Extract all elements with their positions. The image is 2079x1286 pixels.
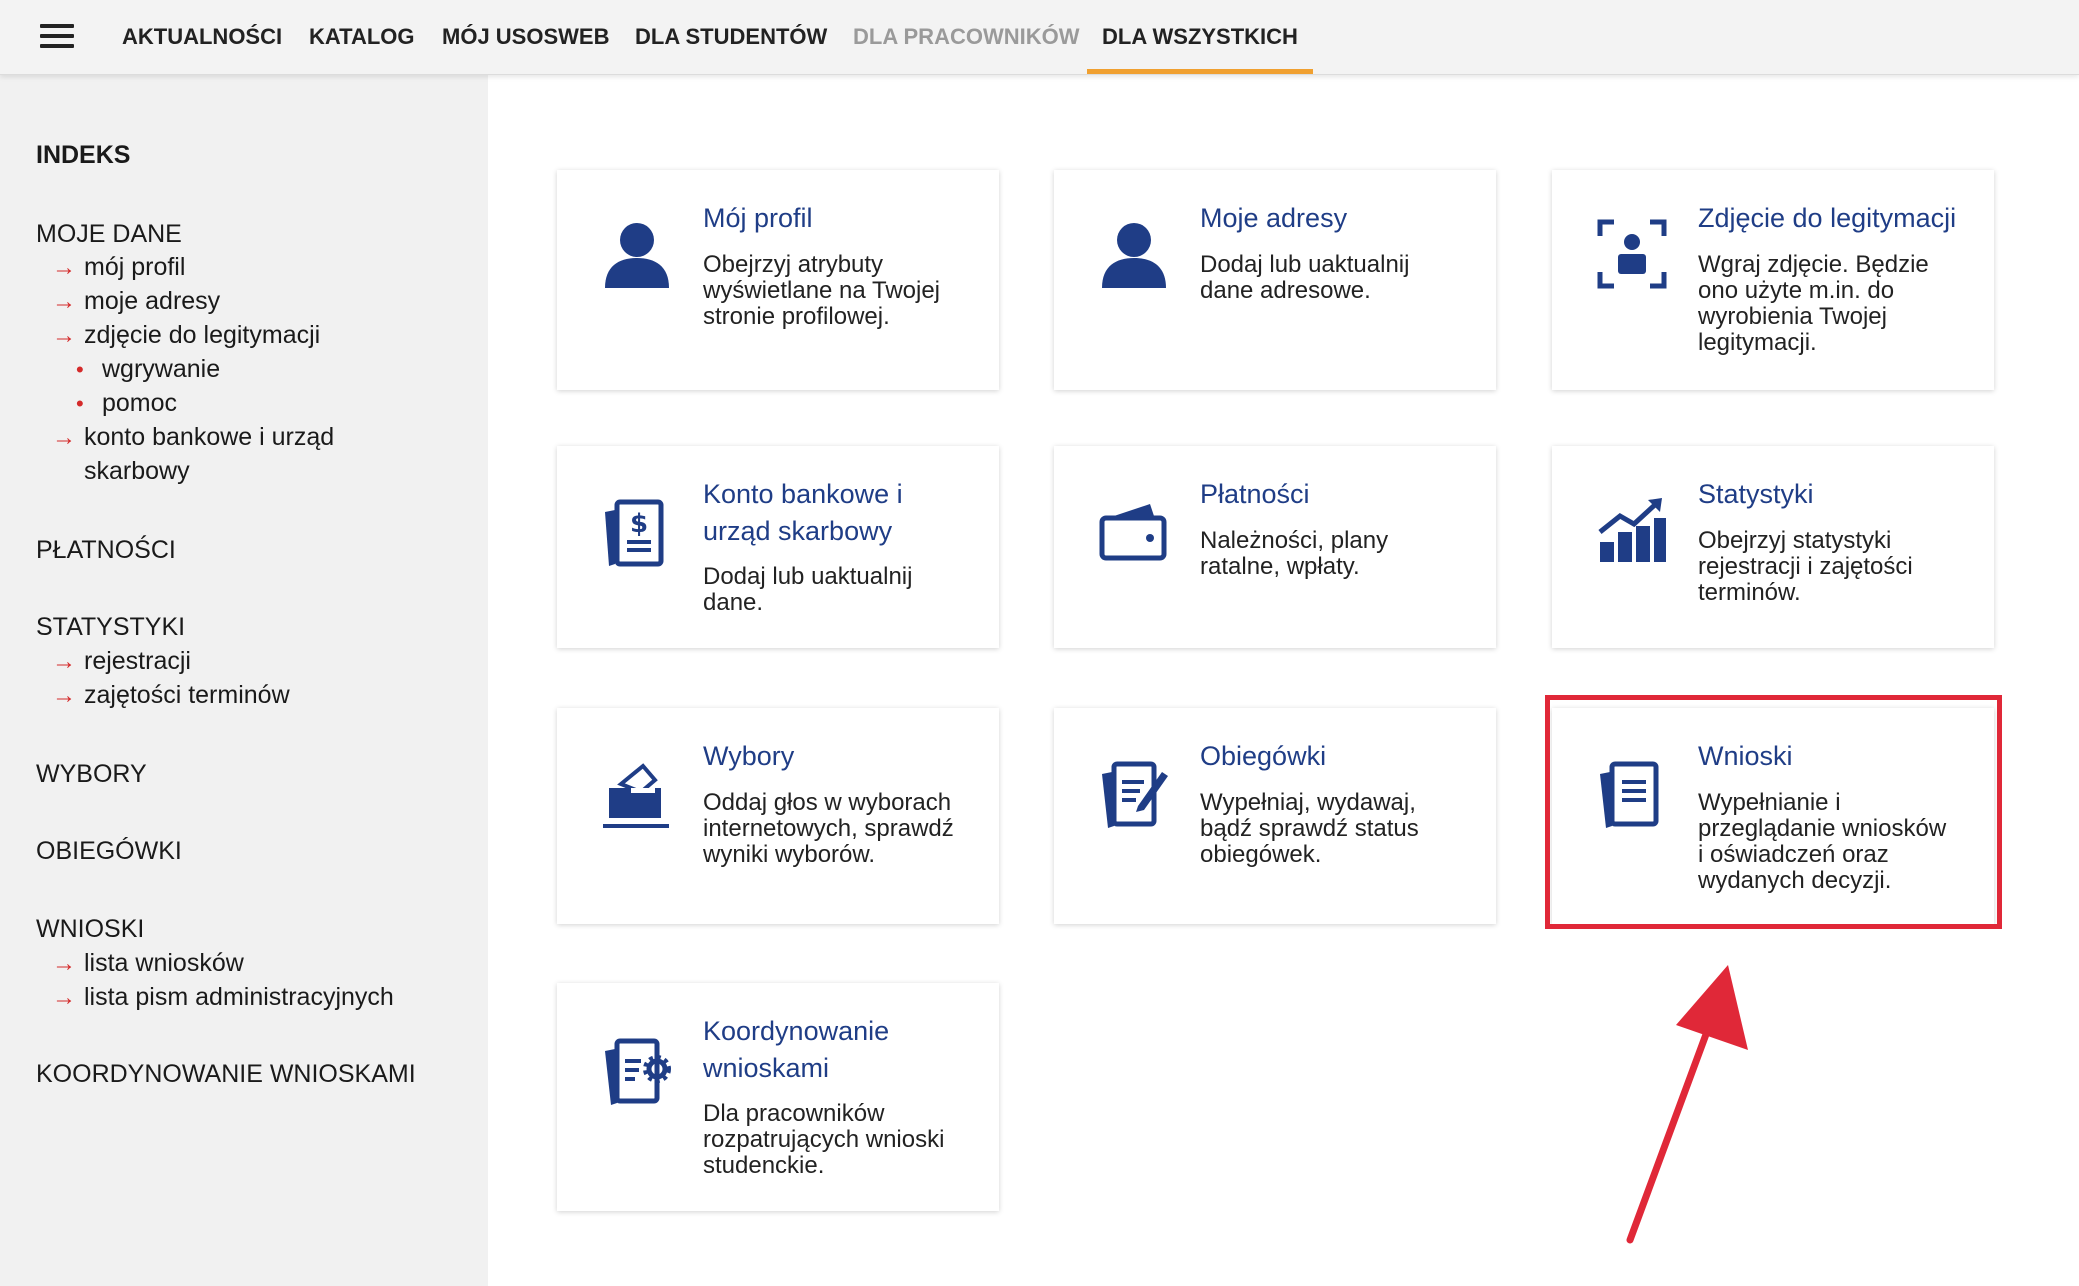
tile-description: Dodaj lub uaktualnij dane. (703, 563, 913, 616)
sidebar-obiegowki[interactable]: OBIEGÓWKI (36, 837, 182, 866)
bullet-icon: • (76, 391, 84, 416)
nav-dla-studentow[interactable]: DLA STUDENTÓW (635, 0, 827, 74)
sidebar-platnosci[interactable]: PŁATNOŚCI (36, 536, 176, 565)
sidebar-item-zdjecie[interactable]: → zdjęcie do legitymacji (52, 321, 320, 350)
tile-koordynowanie[interactable]: Koordynowanie wnioskami Dla pracowników ro… (557, 983, 999, 1211)
tile-description: Oddaj głos w wyborach internetowych, spra… (703, 789, 954, 868)
nav-aktualnosci[interactable]: AKTUALNOŚCI (122, 0, 282, 74)
tile-moj-profil[interactable]: Mój profil Obejrzyj atrybuty wyświetlane … (557, 170, 999, 390)
edit-document-icon (1098, 758, 1170, 830)
nav-dla-pracownikow[interactable]: DLA PRACOWNIKÓW (853, 0, 1080, 74)
sidebar-wnioski[interactable]: WNIOSKI (36, 915, 144, 944)
tile-konto-bankowe[interactable]: $ Konto bankowe i urząd skarbowy Dodaj lu… (557, 446, 999, 648)
tile-wnioski[interactable]: Wnioski Wypełnianie i przeglądanie wniosk… (1552, 708, 1994, 924)
arrow-right-icon: → (52, 254, 76, 281)
ballot-box-icon (601, 758, 673, 830)
arrow-right-icon: → (52, 950, 76, 977)
sidebar-item-konto-cont[interactable]: skarbowy (84, 457, 190, 486)
sidebar-item-pomoc[interactable]: • pomoc (76, 389, 177, 418)
tile-title: Wnioski (1698, 741, 1793, 771)
tile-description: Wypełniaj, wydawaj, bądź sprawdź status ob… (1200, 789, 1419, 868)
tile-title: Zdjęcie do legitymacji (1698, 203, 1957, 233)
arrow-right-icon: → (52, 682, 76, 709)
tile-wybory[interactable]: Wybory Oddaj głos w wyborach internetowyc… (557, 708, 999, 924)
sidebar: INDEKS MOJE DANE → mój profil → moje adres… (0, 75, 488, 1286)
tile-statystyki[interactable]: Statystyki Obejrzyj statystyki rejestracj… (1552, 446, 1994, 648)
top-navigation: AKTUALNOŚCI KATALOG MÓJ USOSWEB DLA STUD… (0, 0, 2079, 75)
nav-dla-wszystkich[interactable]: DLA WSZYSTKICH (1087, 0, 1313, 74)
tile-title: Wybory (703, 741, 795, 771)
sidebar-indeks[interactable]: INDEKS (36, 141, 130, 170)
nav-katalog[interactable]: KATALOG (309, 0, 415, 74)
sidebar-moje-dane[interactable]: MOJE DANE (36, 220, 182, 249)
arrow-right-icon: → (52, 984, 76, 1011)
svg-text:$: $ (630, 509, 648, 539)
tile-description: Należności, plany ratalne, wpłaty. (1200, 527, 1389, 580)
arrow-right-icon: → (52, 322, 76, 349)
bullet-icon: • (76, 357, 84, 382)
sidebar-wybory[interactable]: WYBORY (36, 760, 147, 789)
sidebar-item-moje-adresy[interactable]: → moje adresy (52, 287, 220, 316)
tile-title: Statystyki (1698, 479, 1814, 509)
bar-chart-icon (1596, 494, 1668, 566)
nav-moj-usosweb[interactable]: MÓJ USOSWEB (442, 0, 609, 74)
sidebar-item-rejestracji[interactable]: → rejestracji (52, 647, 191, 676)
tile-description: Dodaj lub uaktualnij dane adresowe. (1200, 251, 1410, 304)
bank-document-icon: $ (601, 498, 673, 570)
arrow-right-icon: → (52, 648, 76, 675)
tile-description: Dla pracowników rozpatrujących wnioski stu… (703, 1100, 945, 1179)
user-icon (1098, 218, 1170, 290)
tile-title: Koordynowanie wnioskami (703, 1016, 890, 1083)
tile-moje-adresy[interactable]: Moje adresy Dodaj lub uaktualnij dane adr… (1054, 170, 1496, 390)
sidebar-item-wgrywanie[interactable]: • wgrywanie (76, 355, 220, 384)
user-icon (601, 218, 673, 290)
tile-title: Mój profil (703, 203, 813, 233)
tile-obiegowki[interactable]: Obiegówki Wypełniaj, wydawaj, bądź sprawd… (1054, 708, 1496, 924)
arrow-right-icon: → (52, 288, 76, 315)
tile-zdjecie[interactable]: Zdjęcie do legitymacji Wgraj zdjęcie. Bę… (1552, 170, 1994, 390)
sidebar-statystyki[interactable]: STATYSTYKI (36, 613, 185, 642)
photo-frame-icon (1596, 218, 1668, 290)
sidebar-item-konto[interactable]: → konto bankowe i urząd (52, 423, 334, 452)
sidebar-item-lista-pism[interactable]: → lista pism administracyjnych (52, 983, 394, 1012)
annotation-arrow-icon (1626, 965, 1748, 1244)
tile-title: Konto bankowe i urząd skarbowy (703, 479, 903, 546)
menu-icon[interactable] (40, 24, 74, 48)
tile-title: Obiegówki (1200, 741, 1327, 771)
tile-description: Wgraj zdjęcie. Będzie ono użyte m.in. do w… (1698, 251, 1929, 356)
sidebar-item-zajetosci[interactable]: → zajętości terminów (52, 681, 290, 710)
document-gear-icon (601, 1035, 673, 1107)
tile-description: Obejrzyj atrybuty wyświetlane na Twojej st… (703, 251, 941, 330)
tile-description: Wypełnianie i przeglądanie wniosków i oświ… (1698, 789, 1947, 894)
wallet-icon (1098, 496, 1170, 568)
sidebar-item-moj-profil[interactable]: → mój profil (52, 253, 185, 282)
arrow-right-icon: → (52, 424, 76, 451)
tile-platnosci[interactable]: Płatności Należności, plany ratalne, wpła… (1054, 446, 1496, 648)
sidebar-item-lista-wnioskow[interactable]: → lista wniosków (52, 949, 244, 978)
tile-title: Moje adresy (1200, 203, 1348, 233)
sidebar-koordynowanie[interactable]: KOORDYNOWANIE WNIOSKAMI (36, 1060, 416, 1089)
document-icon (1596, 758, 1668, 830)
tile-description: Obejrzyj statystyki rejestracji i zajętoś… (1698, 527, 1913, 606)
tile-title: Płatności (1200, 479, 1310, 509)
